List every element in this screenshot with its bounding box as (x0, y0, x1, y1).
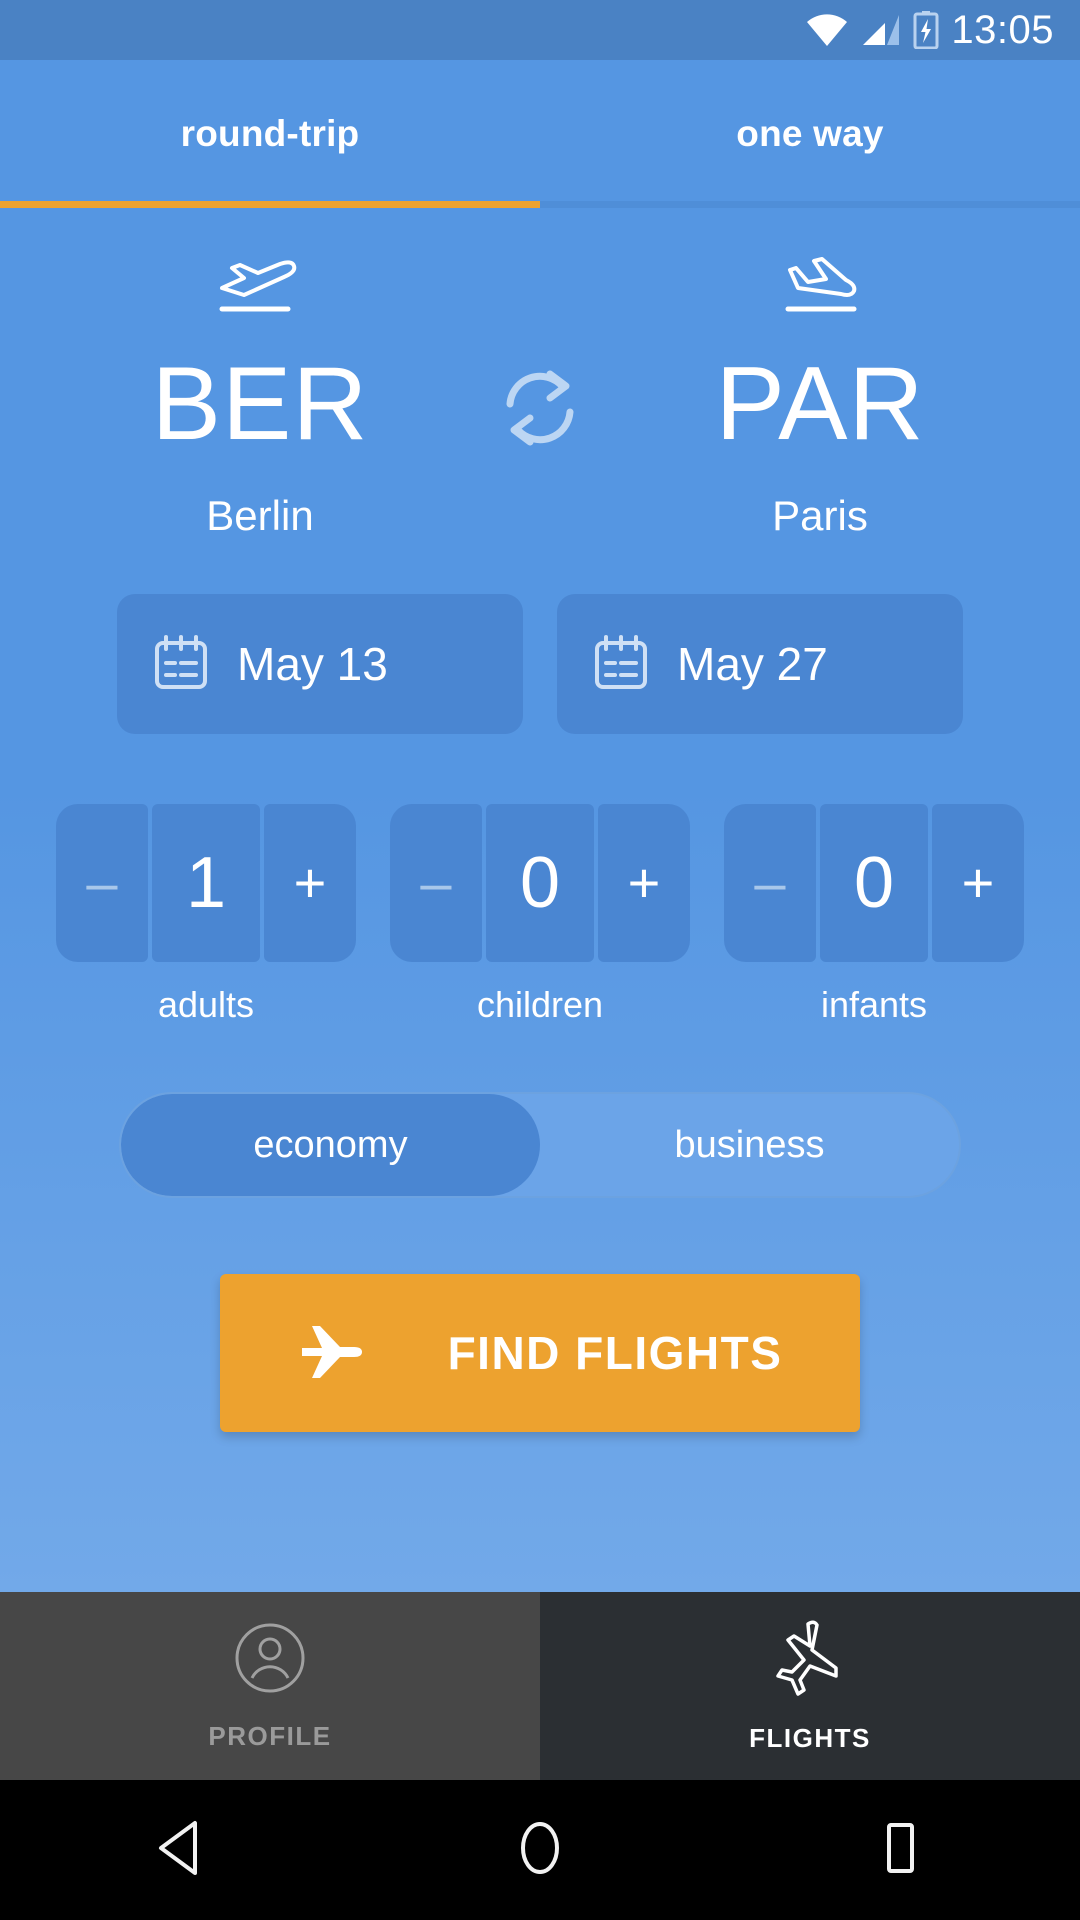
passenger-children: – 0 + children (390, 804, 690, 1026)
destination-code: PAR (715, 346, 925, 462)
trip-type-tabs: round-trip one way (0, 60, 1080, 208)
return-date-field[interactable]: May 27 (557, 594, 963, 734)
battery-charging-icon (913, 11, 939, 49)
adults-label: adults (157, 984, 255, 1025)
status-bar: 13:05 (0, 0, 1080, 60)
flight-land-icon (774, 254, 866, 316)
infants-stepper: – 0 + (724, 804, 1024, 962)
return-date-value: May 27 (677, 638, 828, 690)
nav-label-flights: FLIGHTS (749, 1723, 871, 1753)
swap-route-button[interactable] (480, 254, 600, 457)
infants-label: infants (820, 984, 928, 1025)
home-circle-icon[interactable] (513, 1819, 567, 1882)
calendar-icon (153, 633, 209, 696)
adults-decrement-button[interactable]: – (56, 804, 148, 962)
children-count: 0 (486, 804, 594, 962)
airplane-icon (298, 1318, 364, 1389)
wifi-icon (805, 13, 849, 47)
flight-takeoff-icon (214, 254, 306, 316)
cellular-signal-icon (861, 13, 901, 47)
nav-item-profile[interactable]: PROFILE (0, 1592, 540, 1780)
date-fields: May 13 May 27 (0, 594, 1080, 734)
status-bar-clock: 13:05 (951, 8, 1054, 52)
adults-count: 1 (152, 804, 260, 962)
origin-city: Berlin (206, 492, 314, 539)
depart-date-value: May 13 (237, 638, 388, 690)
children-increment-button[interactable]: + (598, 804, 690, 962)
find-flights-label: FIND FLIGHTS (447, 1327, 783, 1379)
cabin-class-economy[interactable]: economy (121, 1094, 540, 1196)
destination-city: Paris (772, 492, 868, 539)
recents-square-icon[interactable] (873, 1819, 927, 1882)
tab-one-way[interactable]: one way (540, 60, 1080, 208)
bottom-navigation: PROFILE FLIGHTS (0, 1592, 1080, 1780)
back-triangle-icon[interactable] (153, 1819, 207, 1882)
tab-active-indicator (0, 201, 540, 208)
airplane-outline-icon (770, 1618, 850, 1703)
app-screen: 13:05 round-trip one way BER Berlin PAR … (0, 0, 1080, 1920)
origin-block[interactable]: BER Berlin (40, 254, 480, 540)
passenger-selectors: – 1 + adults – 0 + children – 0 + infant… (0, 804, 1080, 1026)
route-selector: BER Berlin PAR Paris (0, 208, 1080, 540)
children-label: children (476, 984, 604, 1025)
cabin-class-toggle[interactable]: economy business (119, 1092, 961, 1198)
cabin-class-business[interactable]: business (540, 1094, 959, 1196)
android-navigation-bar (0, 1780, 1080, 1920)
calendar-icon (593, 633, 649, 696)
swap-arrows-icon (496, 364, 584, 457)
adults-stepper: – 1 + (56, 804, 356, 962)
origin-code: BER (151, 346, 369, 462)
infants-increment-button[interactable]: + (932, 804, 1024, 962)
nav-label-profile: PROFILE (208, 1721, 332, 1751)
search-form: BER Berlin PAR Paris May 13 May 27 – 1 +… (0, 208, 1080, 1592)
person-circle-icon (232, 1620, 308, 1701)
tab-round-trip[interactable]: round-trip (0, 60, 540, 208)
children-decrement-button[interactable]: – (390, 804, 482, 962)
passenger-infants: – 0 + infants (724, 804, 1024, 1026)
destination-block[interactable]: PAR Paris (600, 254, 1040, 540)
infants-count: 0 (820, 804, 928, 962)
depart-date-field[interactable]: May 13 (117, 594, 523, 734)
nav-item-flights[interactable]: FLIGHTS (540, 1592, 1080, 1780)
infants-decrement-button[interactable]: – (724, 804, 816, 962)
adults-increment-button[interactable]: + (264, 804, 356, 962)
find-flights-row: FIND FLIGHTS (0, 1274, 1080, 1432)
children-stepper: – 0 + (390, 804, 690, 962)
passenger-adults: – 1 + adults (56, 804, 356, 1026)
find-flights-button[interactable]: FIND FLIGHTS (220, 1274, 860, 1432)
